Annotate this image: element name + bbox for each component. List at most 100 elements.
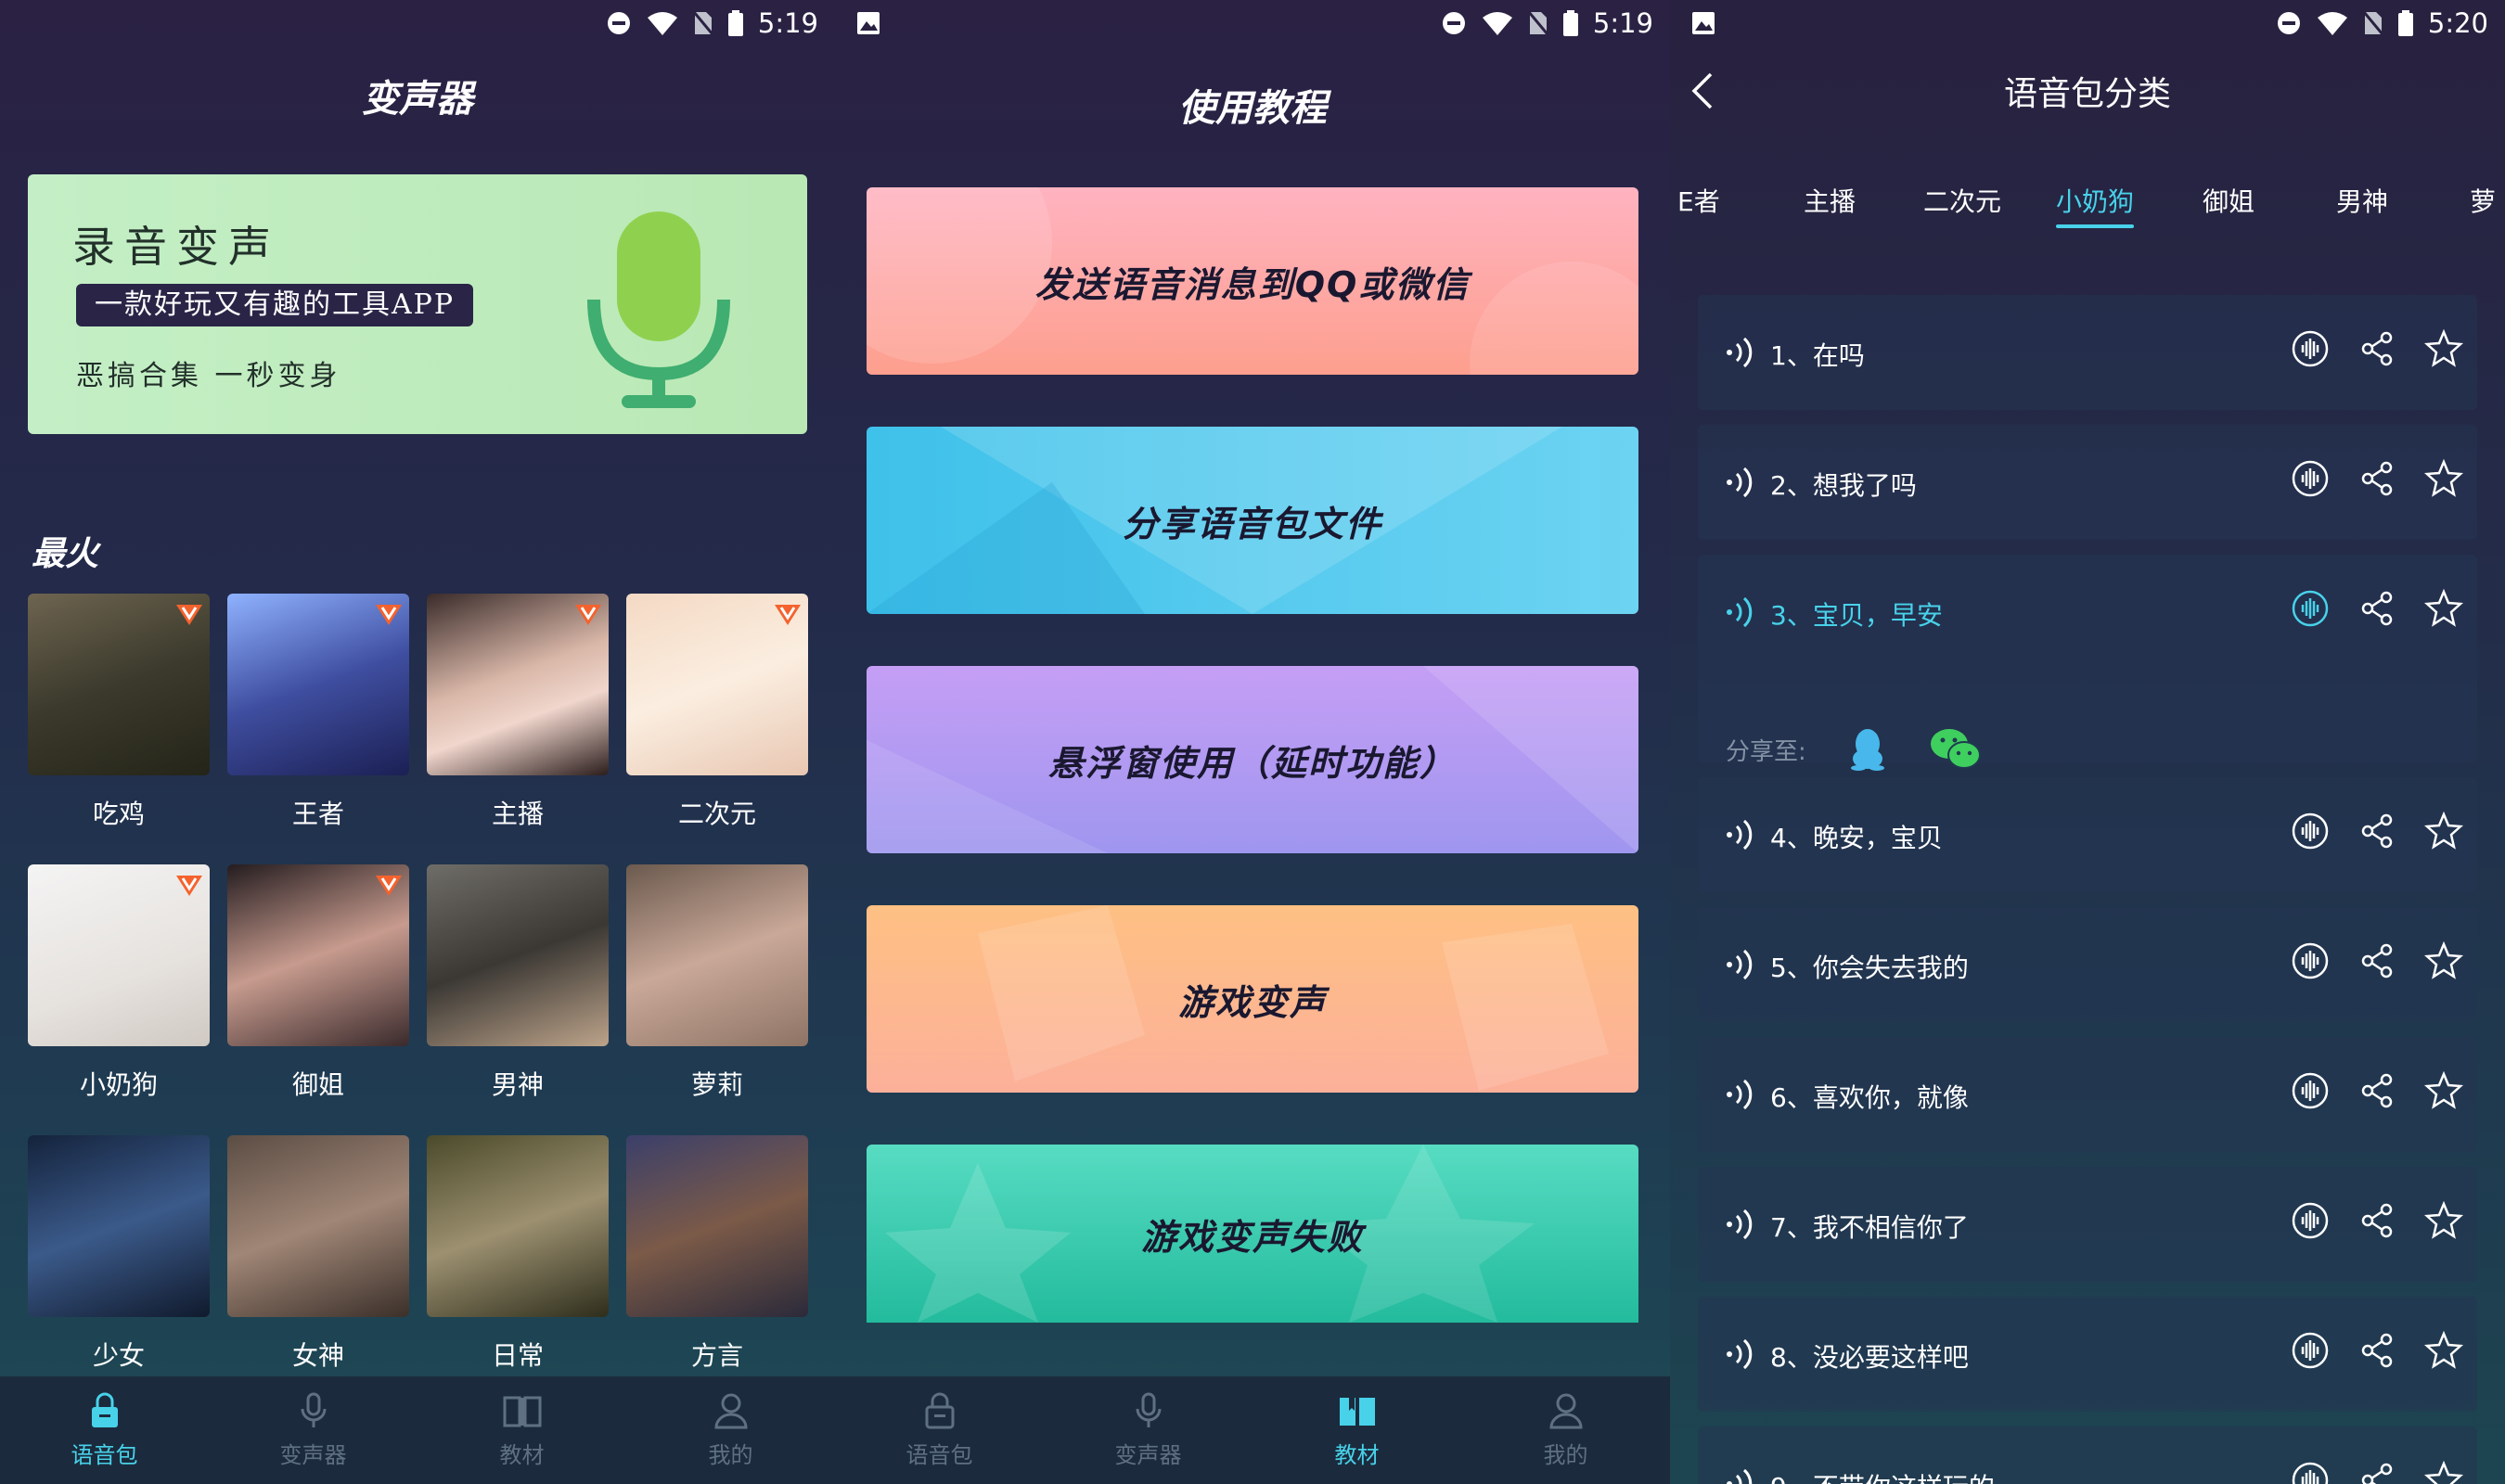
share-icon[interactable] [2357,940,2397,981]
favorite-star-icon[interactable] [2423,1460,2464,1484]
play-voice-icon[interactable] [2290,1070,2331,1111]
section-title-hottest: 最火 [32,535,99,573]
battery-icon [1562,10,1578,36]
share-icon[interactable] [2357,458,2397,499]
voice-item-title: 8、没必要这样吧 [1770,1342,1969,1373]
share-to-label: 分享至: [1726,737,1806,766]
nav-item-tutorial[interactable]: 教材 [418,1376,626,1484]
category-tile-fangyan[interactable]: 方言 [626,1135,808,1373]
play-voice-icon[interactable] [2290,458,2331,499]
category-tile-wangzhe[interactable]: 王者 [227,594,409,831]
favorite-star-icon[interactable] [2423,328,2464,369]
category-label: 王者 [291,799,344,829]
no-sim-icon [2362,10,2383,36]
favorite-star-icon[interactable] [2423,1200,2464,1241]
nav-item-tutorial[interactable]: 教材 [1252,1376,1461,1484]
tutorial-card-share-pack[interactable]: 分享语音包文件 [867,427,1638,614]
list-item[interactable]: 6、喜欢你，就像 [1698,1037,2477,1152]
play-voice-icon[interactable] [2290,1330,2331,1371]
nav-item-voice-changer[interactable]: 变声器 [1044,1376,1252,1484]
category-tile-xiaonaigou[interactable]: 小奶狗 [28,864,210,1102]
play-voice-icon[interactable] [2290,588,2331,629]
category-tile-erciyuan[interactable]: 二次元 [626,594,808,831]
microphone-icon [1136,1392,1161,1427]
tutorial-card-game-voice-failed[interactable]: 游戏变声失败 [867,1145,1638,1323]
tab-xiaonaigou[interactable]: 小奶狗 [2056,182,2134,219]
nav-label: 语音包 [71,1441,138,1468]
tab-luoli[interactable]: 萝 [2470,182,2496,219]
category-thumbnail [227,594,409,775]
category-label: 日常 [491,1340,544,1371]
category-label: 小奶狗 [79,1069,158,1100]
category-tile-luoli[interactable]: 萝莉 [626,864,808,1102]
nav-item-mine[interactable]: 我的 [1461,1376,1670,1484]
category-tile-nanshen[interactable]: 男神 [427,864,609,1102]
voice-item-title: 7、我不相信你了 [1770,1212,1969,1243]
qq-icon[interactable] [1847,727,1888,772]
card-label: 发送语音消息到QQ或微信 [1034,263,1471,305]
status-bar: 5:19 [0,0,835,46]
list-item[interactable]: 4、晚安，宝贝 [1698,777,2477,892]
favorite-star-icon[interactable] [2423,1330,2464,1371]
page-title: 语音包分类 [2003,75,2171,113]
lock-bag-icon [925,1392,954,1428]
sound-wave-icon [1727,949,1753,980]
nav-item-mine[interactable]: 我的 [626,1376,835,1484]
category-tile-nvshen[interactable]: 女神 [227,1135,409,1373]
list-item[interactable]: 9、不带你这样玩的 [1698,1426,2477,1484]
favorite-star-icon[interactable] [2423,1070,2464,1111]
tab-zhubo[interactable]: 主播 [1804,182,1856,219]
play-voice-icon[interactable] [2290,1200,2331,1241]
wifi-icon [647,10,678,36]
share-icon[interactable] [2357,1330,2397,1371]
list-item[interactable]: 8、没必要这样吧 [1698,1297,2477,1412]
wifi-icon [2317,10,2348,36]
voice-item-title: 1、在吗 [1770,340,1865,371]
favorite-star-icon[interactable] [2423,458,2464,499]
share-icon[interactable] [2357,1070,2397,1111]
tutorial-card-game-voice[interactable]: 游戏变声 [867,905,1638,1093]
tab-yujie[interactable]: 御姐 [2203,182,2254,219]
category-tile-yujie[interactable]: 御姐 [227,864,409,1102]
voice-item-title: 2、想我了吗 [1770,470,1917,501]
favorite-star-icon[interactable] [2423,940,2464,981]
category-tile-zhubo[interactable]: 主播 [427,594,609,831]
list-item[interactable]: 5、你会失去我的 [1698,907,2477,1022]
share-icon[interactable] [2357,1460,2397,1484]
favorite-star-icon[interactable] [2423,588,2464,629]
list-item[interactable]: 2、想我了吗 [1698,425,2477,540]
category-label: 御姐 [291,1069,344,1100]
favorite-star-icon[interactable] [2423,811,2464,851]
wechat-icon[interactable] [1929,727,1983,772]
nav-item-voice-pack[interactable]: 语音包 [0,1376,209,1484]
category-tile-richang[interactable]: 日常 [427,1135,609,1373]
tab-nanshen[interactable]: 男神 [2336,182,2388,219]
tutorial-card-send-message[interactable]: 发送语音消息到QQ或微信 [867,187,1638,375]
promo-banner[interactable]: 录音变声 一款好玩又有趣的工具APP 恶搞合集 一秒变身 [28,174,807,434]
list-item[interactable]: 1、在吗 [1698,295,2477,410]
sound-wave-icon [1727,596,1753,628]
list-item[interactable]: 7、我不相信你了 [1698,1167,2477,1282]
tab-erciyuan[interactable]: 二次元 [1923,182,2001,219]
play-voice-icon[interactable] [2290,940,2331,981]
category-tile-shaonv[interactable]: 少女 [28,1135,210,1373]
share-icon[interactable] [2357,588,2397,629]
category-label: 主播 [491,799,544,829]
category-tile-chiji[interactable]: 吃鸡 [28,594,210,831]
tutorial-card-floating-window[interactable]: 悬浮窗使用（延时功能） [867,666,1638,853]
share-icon[interactable] [2357,328,2397,369]
play-voice-icon[interactable] [2290,811,2331,851]
play-voice-icon[interactable] [2290,328,2331,369]
play-voice-icon[interactable] [2290,1460,2331,1484]
share-icon[interactable] [2357,811,2397,851]
nav-label: 变声器 [1114,1441,1182,1468]
do-not-disturb-icon [1441,10,1467,36]
nav-item-voice-pack[interactable]: 语音包 [835,1376,1044,1484]
category-label: 男神 [491,1069,544,1100]
nav-item-voice-changer[interactable]: 变声器 [209,1376,418,1484]
book-icon [1339,1397,1375,1426]
card-label: 悬浮窗使用（延时功能） [1047,742,1457,784]
tab-wangzhe[interactable]: E者 [1677,182,1720,219]
share-icon[interactable] [2357,1200,2397,1241]
list-item-expanded[interactable]: 3、宝贝，早安 分享至: [1698,555,2477,771]
